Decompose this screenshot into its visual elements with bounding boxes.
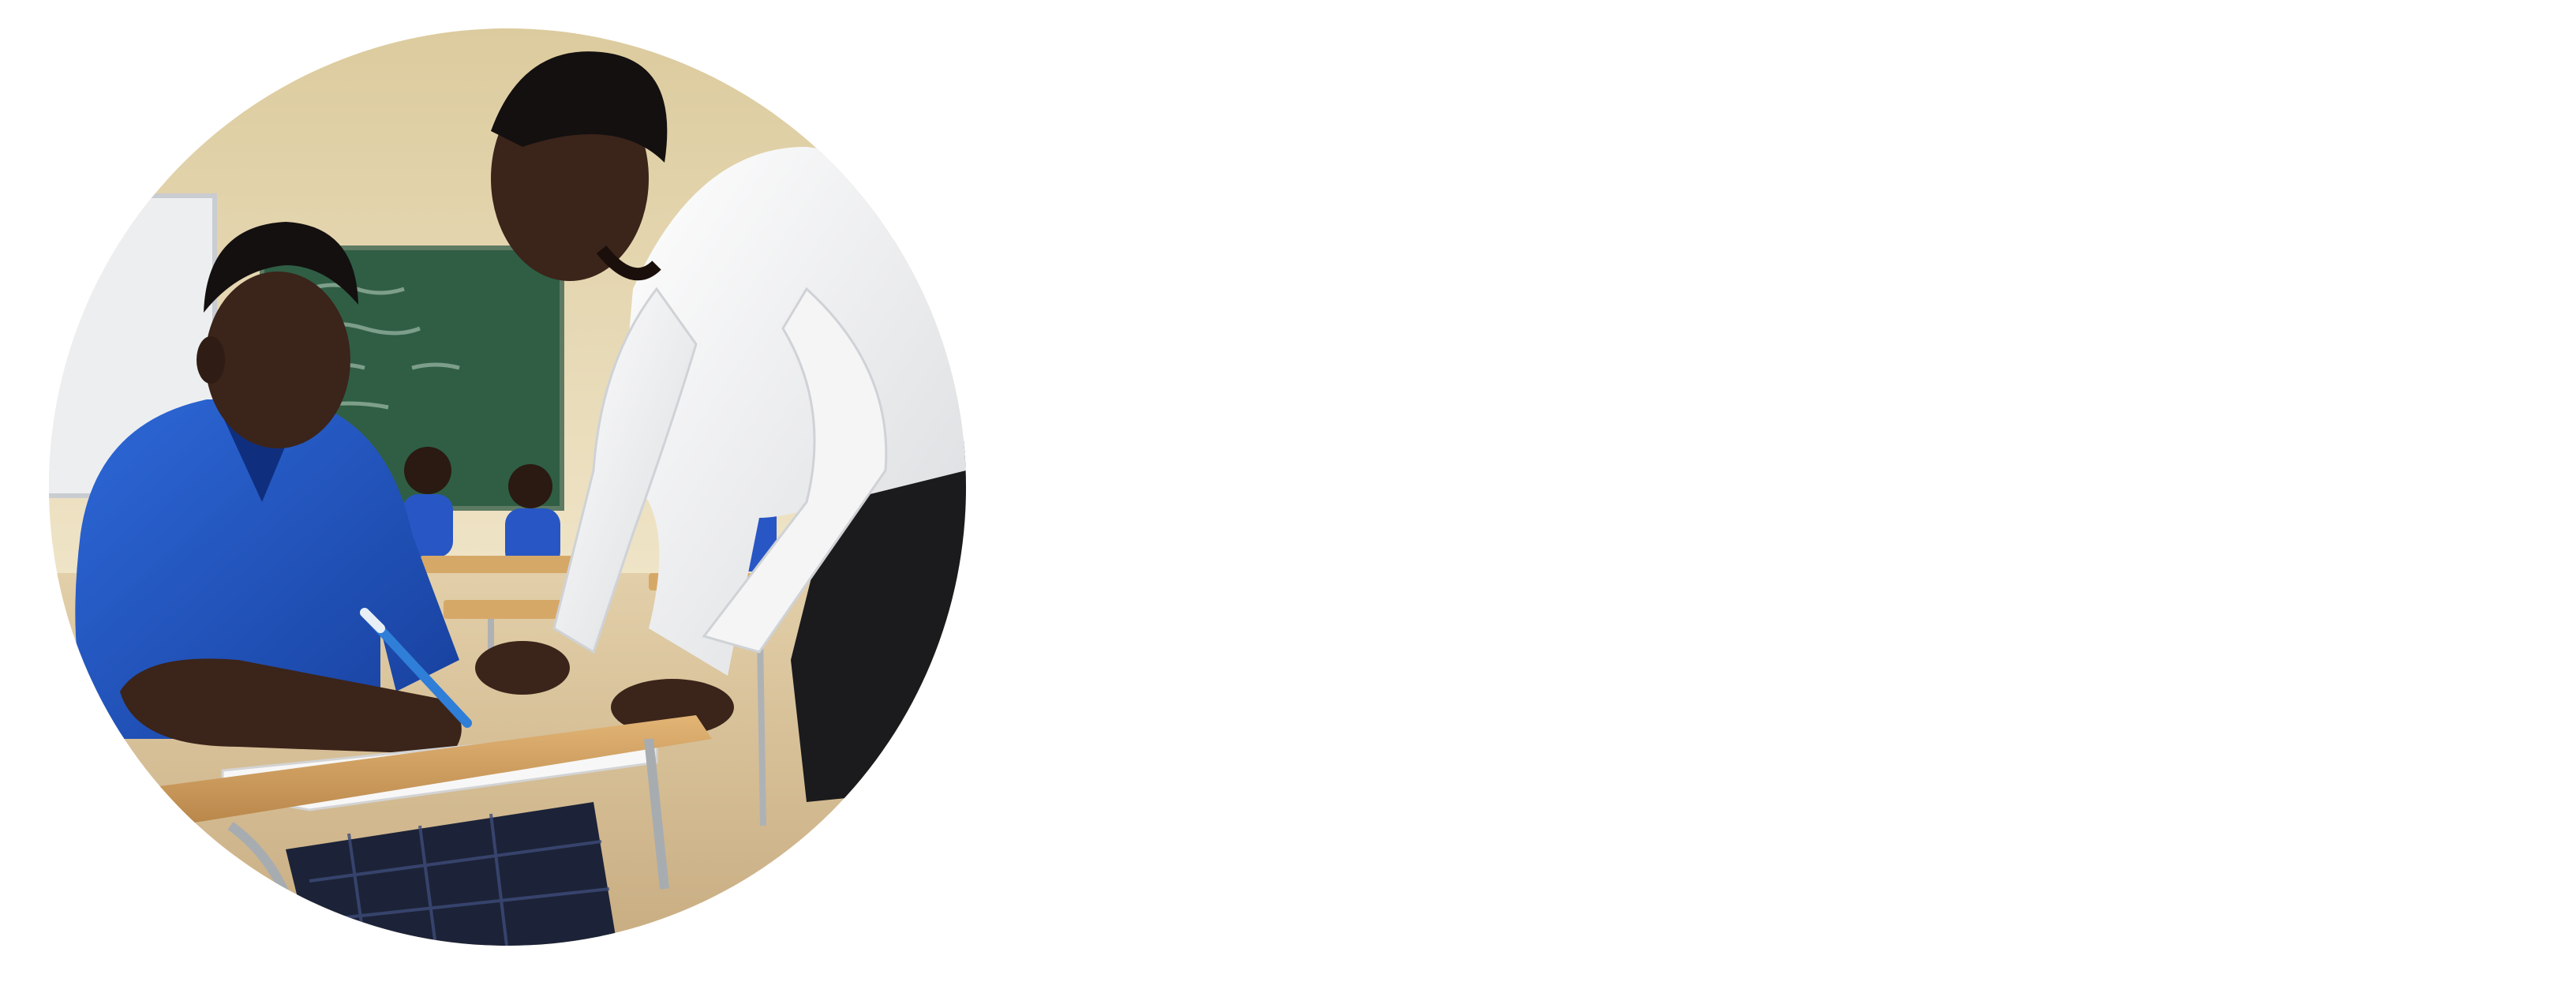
page-canvas	[0, 0, 2576, 982]
classroom-illustration	[49, 28, 966, 946]
classroom-photo	[49, 28, 966, 946]
student-head	[205, 272, 350, 448]
teacher-hand-left	[475, 641, 570, 695]
